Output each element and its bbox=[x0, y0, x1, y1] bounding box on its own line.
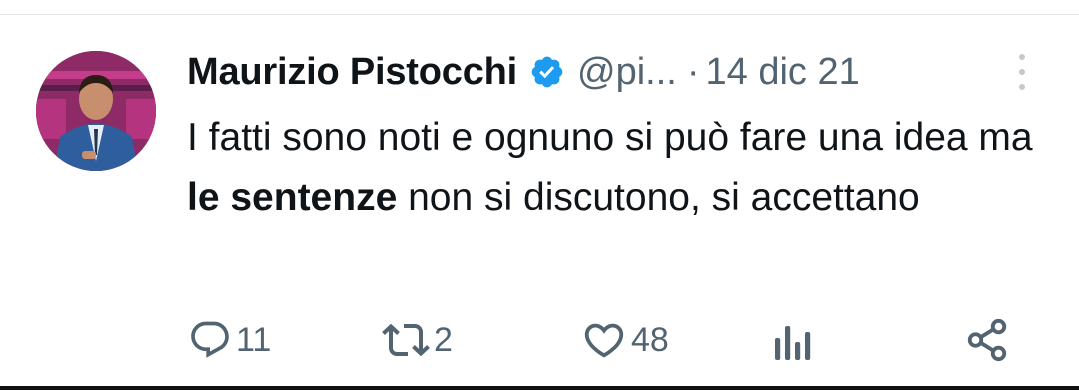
avatar[interactable] bbox=[36, 51, 156, 171]
top-divider bbox=[0, 14, 1079, 15]
like-count: 48 bbox=[631, 320, 669, 359]
tweet-actions: 11 2 48 bbox=[188, 312, 1018, 368]
author-handle[interactable]: @pi... bbox=[577, 51, 677, 94]
retweet-icon bbox=[382, 316, 430, 364]
views-icon bbox=[773, 318, 813, 362]
separator-dot: · bbox=[686, 50, 700, 93]
reply-icon bbox=[188, 318, 232, 362]
views-button[interactable] bbox=[773, 312, 813, 368]
author-name[interactable]: Maurizio Pistocchi bbox=[187, 51, 517, 94]
bottom-divider bbox=[0, 386, 1079, 390]
tweet-text-part2: non si discutono, si accettano bbox=[397, 176, 920, 219]
retweet-count: 2 bbox=[434, 320, 453, 359]
verified-badge-icon bbox=[529, 54, 565, 90]
tweet-text-bold: le sentenze bbox=[187, 176, 398, 219]
reply-count: 11 bbox=[236, 320, 272, 359]
share-icon bbox=[964, 317, 1010, 363]
retweet-button[interactable]: 2 bbox=[382, 312, 453, 368]
tweet-header: Maurizio Pistocchi @pi... · 14 dic 21 bbox=[187, 47, 860, 97]
share-button[interactable] bbox=[964, 312, 1010, 368]
like-button[interactable]: 48 bbox=[581, 312, 669, 368]
tweet-text: I fatti sono noti e ognuno si può fare u… bbox=[187, 108, 1047, 228]
tweet-text-part1: I fatti sono noti e ognuno si può fare u… bbox=[187, 116, 1033, 159]
reply-button[interactable]: 11 bbox=[188, 312, 271, 368]
like-icon bbox=[581, 317, 627, 363]
tweet-date[interactable]: 14 dic 21 bbox=[706, 51, 860, 94]
more-options-icon[interactable] bbox=[1010, 52, 1034, 92]
